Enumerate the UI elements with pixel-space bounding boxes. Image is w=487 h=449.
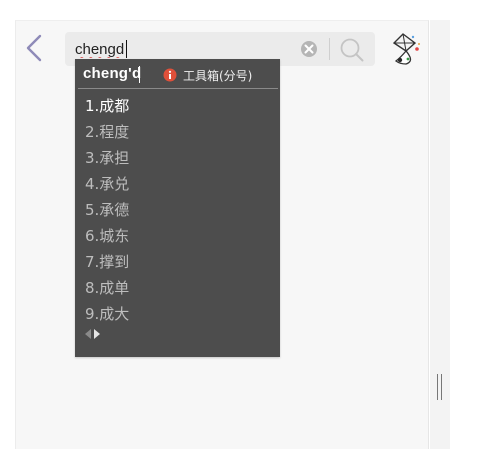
- search-icon: [340, 38, 364, 62]
- ime-toolbox-button[interactable]: 工具箱(分号): [163, 66, 252, 84]
- ime-toolbox-label: 工具箱(分号): [183, 68, 253, 83]
- ime-candidate[interactable]: 4.承兑: [85, 173, 129, 194]
- ime-caret: [139, 66, 140, 83]
- clear-button[interactable]: [300, 40, 318, 58]
- ime-separator: [78, 88, 278, 89]
- ime-pager: [85, 329, 100, 339]
- ime-candidate[interactable]: 9.成大: [85, 303, 129, 324]
- ime-candidate[interactable]: 7.撑到: [85, 251, 129, 272]
- text-caret: [126, 40, 127, 58]
- kite-avatar-icon: [392, 33, 420, 65]
- ime-composition: cheng'd: [83, 65, 142, 82]
- ime-candidate[interactable]: 6.城东: [85, 225, 129, 246]
- ime-candidate[interactable]: 8.成单: [85, 277, 129, 298]
- ime-candidate[interactable]: 5.承德: [85, 199, 129, 220]
- ime-candidate[interactable]: 1.成都: [85, 95, 129, 116]
- search-divider: [329, 38, 330, 60]
- triangle-left-icon[interactable]: [85, 329, 91, 339]
- grip-line: [437, 374, 438, 400]
- chevron-left-icon: [26, 34, 42, 62]
- info-icon: [163, 68, 177, 82]
- resize-grip[interactable]: [437, 374, 443, 400]
- ime-candidate[interactable]: 3.承担: [85, 147, 129, 168]
- ime-candidate[interactable]: 2.程度: [85, 121, 129, 142]
- avatar[interactable]: [386, 31, 422, 67]
- ime-candidate-window: cheng'd 工具箱(分号) 1.成都 2.程度 3.承担 4.承兑 5.承德…: [75, 59, 280, 357]
- triangle-right-icon[interactable]: [94, 329, 100, 339]
- clear-x-icon: [301, 41, 317, 57]
- grip-line: [441, 374, 442, 400]
- search-input[interactable]: [75, 38, 285, 60]
- search-button[interactable]: [339, 37, 365, 63]
- back-button[interactable]: [22, 33, 50, 65]
